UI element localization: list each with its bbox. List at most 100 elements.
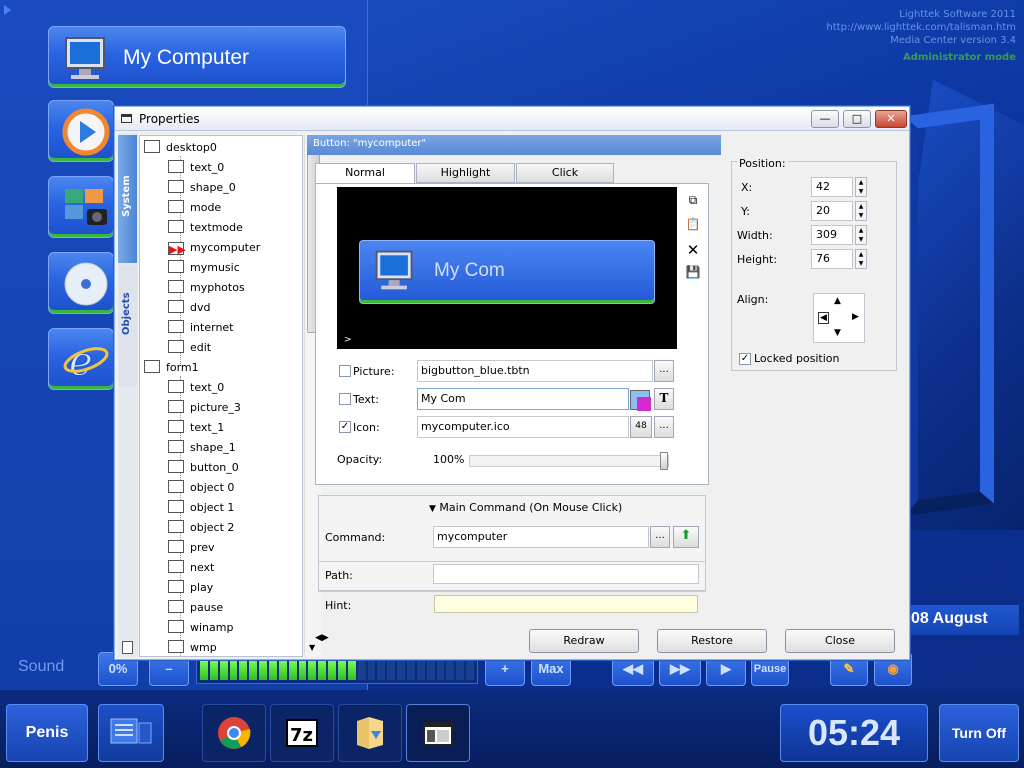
tree-item[interactable]: form1 xyxy=(144,358,199,378)
tree-item[interactable]: object 2 xyxy=(168,518,234,538)
7zip-taskbar-button[interactable]: 7z xyxy=(270,704,334,762)
command-field[interactable]: mycomputer xyxy=(433,526,649,548)
tree-item[interactable]: mode xyxy=(168,198,221,218)
tree-item[interactable]: object 0 xyxy=(168,478,234,498)
green-arrow-icon: ⬆ xyxy=(680,528,692,543)
text-field[interactable]: My Com xyxy=(417,388,629,410)
tree-item-label: mycomputer xyxy=(190,241,261,254)
object-tree[interactable]: desktop0 text_0 shape_0 mode textmode ▶▶ mycom… xyxy=(139,135,303,657)
dialog-titlebar[interactable]: Properties — □ ✕ xyxy=(115,107,909,131)
icon-field[interactable]: mycomputer.ico xyxy=(417,416,629,438)
expand-arrow-icon[interactable] xyxy=(4,5,11,15)
maximize-button[interactable]: □ xyxy=(843,110,871,128)
tree-item[interactable]: prev xyxy=(168,538,215,558)
text-color-swatch[interactable] xyxy=(630,390,651,411)
tab-click[interactable]: Click xyxy=(516,163,614,183)
opacity-slider[interactable] xyxy=(469,452,669,470)
scroll-down-icon[interactable]: ▼ xyxy=(309,643,315,652)
tree-item[interactable]: button_0 xyxy=(168,458,239,478)
folder-taskbar-button[interactable] xyxy=(338,704,402,762)
tree-item[interactable]: mymusic xyxy=(168,258,240,278)
text-font-button[interactable]: T xyxy=(654,388,674,410)
tree-item[interactable]: picture_3 xyxy=(168,398,241,418)
path-field[interactable] xyxy=(433,564,699,584)
tree-item[interactable]: object 1 xyxy=(168,498,234,518)
tab-normal[interactable]: Normal xyxy=(315,163,415,184)
show-desktop-button[interactable] xyxy=(98,704,164,762)
photos-button[interactable] xyxy=(48,176,114,238)
height-spinner[interactable]: ▲ ▼ xyxy=(855,249,867,269)
volume-meter[interactable] xyxy=(196,656,478,684)
close-button[interactable]: Close xyxy=(785,629,895,653)
minimize-button[interactable]: — xyxy=(811,110,839,128)
play-icon: ▶ xyxy=(721,661,731,676)
icon-browse-button[interactable]: ... xyxy=(654,416,674,438)
hint-field[interactable] xyxy=(434,595,698,613)
tree-item[interactable]: text_0 xyxy=(168,158,224,178)
new-page-icon[interactable] xyxy=(122,641,133,654)
icon-size-button[interactable]: 48 xyxy=(630,416,652,438)
align-control[interactable]: ▲ ◀ ▶ ▼ xyxy=(813,293,865,343)
tree-item[interactable]: shape_0 xyxy=(168,178,236,198)
text-checkbox[interactable] xyxy=(339,393,351,405)
tree-item[interactable]: next xyxy=(168,558,214,578)
y-input[interactable]: 20 xyxy=(811,201,853,221)
tree-item[interactable]: pause xyxy=(168,598,223,618)
tree-item[interactable]: edit xyxy=(168,338,211,358)
tab-system[interactable]: System xyxy=(118,135,137,263)
align-left-icon[interactable]: ◀ xyxy=(818,312,829,324)
align-right-icon[interactable]: ▶ xyxy=(852,312,859,322)
picture-field[interactable]: bigbutton_blue.tbtn xyxy=(417,360,653,382)
align-bottom-icon[interactable]: ▼ xyxy=(834,328,841,338)
width-spinner[interactable]: ▲ ▼ xyxy=(855,225,867,245)
x-spinner[interactable]: ▲ ▼ xyxy=(855,177,867,197)
tree-item[interactable]: dvd xyxy=(168,298,210,318)
tree-item[interactable]: wmp xyxy=(168,638,217,656)
tree-item[interactable]: text_0 xyxy=(168,378,224,398)
position-title: Position: xyxy=(737,157,788,170)
y-spinner[interactable]: ▲ ▼ xyxy=(855,201,867,221)
media-player-button[interactable] xyxy=(48,100,114,162)
paste-icon[interactable]: 📋 xyxy=(685,217,701,233)
picture-browse-button[interactable]: ... xyxy=(654,360,674,382)
locked-position-checkbox[interactable]: ✓ xyxy=(739,353,751,365)
turn-off-button[interactable]: Turn Off xyxy=(939,704,1019,762)
tree-item[interactable]: winamp xyxy=(168,618,233,638)
tree-item[interactable]: internet xyxy=(168,318,234,338)
dvd-button[interactable] xyxy=(48,252,114,314)
internet-button[interactable]: e xyxy=(48,328,114,390)
tree-item[interactable]: play xyxy=(168,578,213,598)
tree-item[interactable]: ▶▶ mycomputer xyxy=(168,238,260,258)
command-browse-button[interactable]: ... xyxy=(650,526,670,548)
tree-item[interactable]: text_1 xyxy=(168,418,224,438)
align-top-icon[interactable]: ▲ xyxy=(834,296,841,306)
width-input[interactable]: 309 xyxy=(811,225,853,245)
opacity-slider-knob[interactable] xyxy=(660,452,668,470)
tab-highlight[interactable]: Highlight xyxy=(416,163,515,183)
height-input[interactable]: 76 xyxy=(811,249,853,269)
copy-icon[interactable]: ⧉ xyxy=(685,193,701,209)
icon-checkbox[interactable]: ✓ xyxy=(339,421,351,433)
tree-item[interactable]: textmode xyxy=(168,218,243,238)
picture-checkbox[interactable] xyxy=(339,365,351,377)
restore-button[interactable]: Restore xyxy=(657,629,767,653)
tree-item[interactable]: shape_1 xyxy=(168,438,236,458)
start-button[interactable]: Penis xyxy=(6,704,88,762)
text-bgcolor-swatch[interactable] xyxy=(637,397,651,411)
tab-objects[interactable]: Objects xyxy=(118,265,137,387)
chrome-taskbar-button[interactable] xyxy=(202,704,266,762)
tree-item[interactable]: desktop0 xyxy=(144,138,217,158)
info-line[interactable]: http://www.lighttek.com/talisman.htm xyxy=(826,21,1016,34)
x-input[interactable]: 42 xyxy=(811,177,853,197)
properties-taskbar-button[interactable] xyxy=(406,704,470,762)
my-computer-button[interactable]: My Computer xyxy=(48,26,346,88)
main-command-header[interactable]: ▼ Main Command (On Mouse Click) xyxy=(429,501,622,514)
command-run-button[interactable]: ⬆ xyxy=(673,526,699,548)
tree-item-label: winamp xyxy=(190,621,234,634)
redraw-button[interactable]: Redraw xyxy=(529,629,639,653)
tree-item[interactable]: myphotos xyxy=(168,278,245,298)
close-window-button[interactable]: ✕ xyxy=(875,110,907,128)
resize-arrows-icon[interactable]: ◀▶ xyxy=(315,633,329,643)
save-icon[interactable]: 💾 xyxy=(685,265,701,281)
delete-icon[interactable]: ✕ xyxy=(685,241,701,259)
